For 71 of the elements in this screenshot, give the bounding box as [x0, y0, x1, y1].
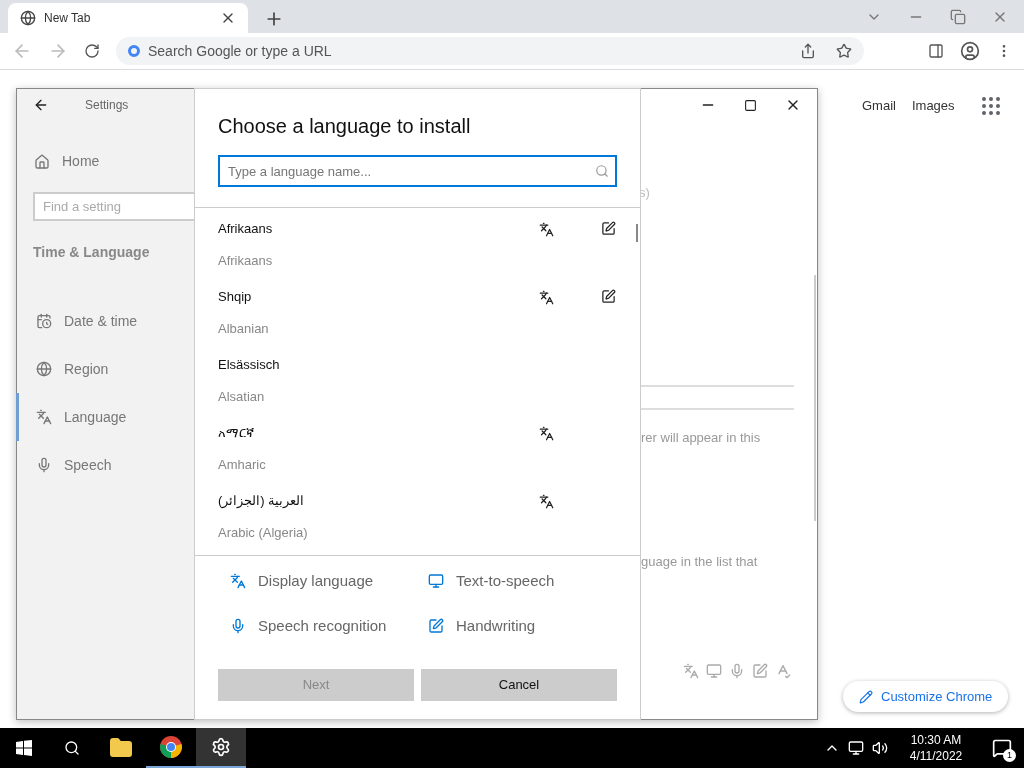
language-icon	[36, 409, 52, 425]
language-icon	[683, 663, 699, 679]
reload-icon[interactable]	[84, 43, 100, 59]
home-icon	[34, 153, 50, 170]
page-link[interactable]: Gmail	[862, 96, 896, 116]
language-search-field[interactable]: Type a language name...	[218, 155, 617, 187]
back-icon[interactable]	[33, 97, 49, 113]
browser-logo-icon	[159, 735, 183, 759]
search-icon	[595, 164, 609, 178]
language-row[interactable]: አማርኛ Amharic	[195, 412, 640, 480]
taskbar-app[interactable]	[196, 728, 246, 768]
language-english-name: Amharic	[218, 455, 267, 474]
nav-item[interactable]: Date & time	[16, 297, 195, 345]
globe-icon	[36, 361, 52, 377]
section-heading: Time & Language	[33, 243, 151, 262]
spell-check-icon	[775, 663, 791, 679]
microphone-icon	[36, 457, 52, 473]
legend-item: Handwriting	[428, 614, 640, 637]
language-native-name: العربية (الجزائر)	[218, 492, 305, 510]
monitor-icon	[706, 663, 722, 679]
legend-item: Text-to-speech	[428, 570, 640, 593]
gear-icon	[211, 737, 231, 757]
language-row[interactable]: Shqip Albanian	[195, 276, 640, 344]
maximize-icon[interactable]	[744, 99, 757, 112]
search-icon	[64, 740, 80, 756]
volume-icon[interactable]	[872, 740, 888, 756]
notification-button[interactable]: 1	[980, 728, 1024, 768]
body-text: rer will appear in this	[641, 429, 761, 447]
pencil-icon	[859, 689, 873, 704]
date-text: 4/11/2022	[909, 748, 963, 764]
customize-chrome-button[interactable]: Customize Chrome	[843, 681, 1009, 712]
nav-item[interactable]: Region	[16, 345, 195, 393]
scrollbar-thumb	[636, 224, 638, 242]
pen-icon	[752, 663, 768, 679]
language-english-name: Alsatian	[218, 387, 266, 406]
microphone-icon	[230, 617, 246, 634]
calendar-icon	[36, 313, 52, 329]
address-bar[interactable]: Search Google or type a URL	[116, 37, 864, 65]
microphone-icon	[729, 663, 745, 679]
time-text: 10:30 AM	[910, 732, 962, 748]
language-native-name: Elsässisch	[218, 356, 280, 374]
language-native-name: Afrikaans	[218, 220, 273, 238]
home-item[interactable]: Home	[17, 151, 195, 172]
monitor-icon	[428, 573, 444, 590]
language-english-name: Albanian	[218, 319, 270, 338]
notification-count: 1	[1003, 749, 1016, 762]
page-link[interactable]: Images	[911, 96, 955, 116]
language-english-name: Afrikaans	[218, 251, 274, 270]
side-panel-icon[interactable]	[928, 43, 944, 59]
browser-tab[interactable]: New Tab	[8, 3, 248, 33]
pen-icon	[428, 617, 444, 634]
tab-title: New Tab	[44, 10, 92, 27]
legend-item: Speech recognition	[230, 614, 428, 637]
dialog-title: Choose a language to install	[218, 114, 472, 139]
body-text: guage in the list that	[641, 553, 758, 571]
language-native-name: አማርኛ	[218, 424, 254, 442]
language-english-name: Arabic (Algeria)	[218, 523, 309, 542]
language-native-name: Shqip	[218, 288, 252, 306]
bookmark-star-icon[interactable]	[836, 43, 852, 59]
restore-icon[interactable]	[950, 9, 966, 25]
folder-icon	[109, 736, 133, 760]
window-title: Settings	[85, 97, 129, 114]
clock[interactable]: 10:30 AM 4/11/2022	[900, 732, 972, 764]
share-icon[interactable]	[800, 43, 816, 59]
dialog-button[interactable]: Cancel	[421, 669, 617, 701]
nav-item[interactable]: Speech	[16, 441, 195, 489]
legend-item: Display language	[230, 570, 428, 593]
language-icon	[230, 573, 246, 590]
profile-icon[interactable]	[960, 41, 980, 61]
language-row[interactable]: Elsässisch Alsatian	[195, 344, 640, 412]
windows-logo-icon	[16, 740, 32, 756]
